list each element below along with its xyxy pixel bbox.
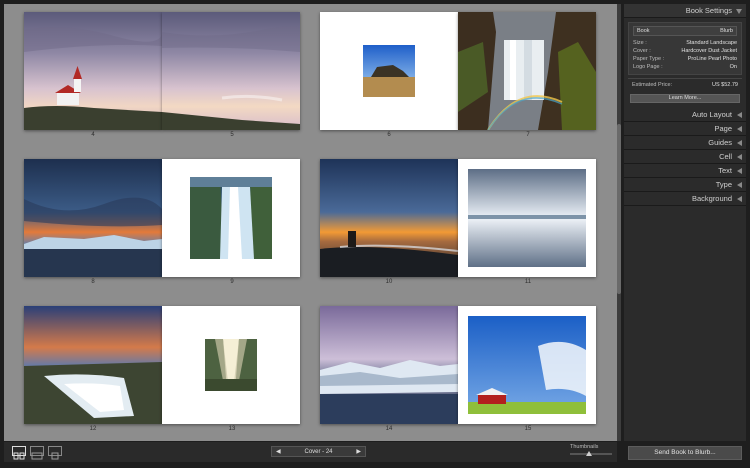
bottom-toolbar: ◀ Cover - 24 ▶ Thumbnails [4,442,617,462]
vertical-scrollbar[interactable] [617,4,621,441]
expand-triangle-icon [737,126,742,132]
page-number: 10 [385,279,393,285]
setting-row-paper[interactable]: Paper Type : ProLine Pearl Photo [633,55,737,63]
book-pages-canvas: 4 5 6 7 8 9 10 11 12 13 14 15 [4,4,617,441]
section-background[interactable]: Background [624,192,746,206]
page-number: 8 [91,279,95,285]
scrollbar-thumb[interactable] [617,124,621,294]
page-6[interactable] [320,12,458,130]
page-number: 14 [385,426,393,432]
page-number: 15 [524,426,532,432]
spread-view-button[interactable] [30,446,44,460]
page-4[interactable] [24,12,162,130]
page-9[interactable] [162,159,300,277]
right-panel: Book Settings Book Blurb Size : Standard … [624,4,746,441]
next-page-icon[interactable]: ▶ [356,448,361,455]
section-auto-layout[interactable]: Auto Layout [624,108,746,122]
cloud-reflection-photo [468,169,586,267]
setting-value: Standard Landscape [686,40,737,46]
church-photo-left [24,12,162,130]
spread-view-icon [31,452,43,460]
multi-page-view-icon [13,452,25,460]
section-label: Guides [708,138,732,147]
page-label: Cover - 24 [304,448,333,455]
page-11[interactable] [458,159,596,277]
page-number: 9 [230,279,234,285]
slider-knob-icon[interactable] [586,451,593,456]
page-13[interactable] [162,306,300,424]
thumbnails-label: Thumbnails [570,444,599,450]
waterfall-photo [458,12,596,130]
page-number: 4 [91,132,95,138]
send-book-to-blurb-button[interactable]: Send Book to Blurb... [628,446,742,460]
book-vendor-select[interactable]: Book Blurb [633,26,737,36]
setting-label: Paper Type : [633,56,665,62]
book-label: Book [637,28,650,34]
expand-triangle-icon [737,112,742,118]
previous-page-icon[interactable]: ◀ [276,448,281,455]
mountain-photo [363,45,415,97]
setting-row-logo[interactable]: Logo Page : On [633,63,737,71]
section-cell[interactable]: Cell [624,150,746,164]
iceberg-sunset-photo [24,159,162,277]
setting-value: ProLine Pearl Photo [687,56,737,62]
setting-value: On [729,64,737,70]
page-5[interactable] [162,12,300,130]
setting-label: Logo Page : [633,64,663,70]
expand-triangle-icon [737,168,742,174]
learn-more-button[interactable]: Learn More... [630,94,740,103]
single-page-view-button[interactable] [48,446,62,460]
book-value: Blurb [720,28,733,34]
multi-page-view-button[interactable] [12,446,26,460]
page-number: 5 [230,132,234,138]
book-settings-title: Book Settings [685,6,732,15]
page-number: 12 [89,426,97,432]
section-label: Page [714,124,732,133]
page-navigator: ◀ Cover - 24 ▶ [271,446,366,457]
page-14[interactable] [320,306,458,424]
single-page-view-icon [51,452,59,460]
page-10[interactable] [320,159,458,277]
section-guides[interactable]: Guides [624,136,746,150]
page-8[interactable] [24,159,162,277]
section-page[interactable]: Page [624,122,746,136]
gullfoss-photo [24,306,162,424]
section-label: Auto Layout [691,110,732,119]
thumbnail-size-slider[interactable] [570,451,612,456]
price-value: US $52.79 [712,82,738,88]
light-rays-photo [205,339,257,391]
page-15[interactable] [458,306,596,424]
page-number: 7 [526,132,530,138]
section-label: Cell [719,152,732,161]
setting-row-size[interactable]: Size : Standard Landscape [633,39,737,47]
section-type[interactable]: Type [624,178,746,192]
setting-label: Size : [633,40,647,46]
book-settings-box: Book Blurb Size : Standard Landscape Cove… [628,22,742,75]
black-beach-photo [320,159,458,277]
page-number: 6 [387,132,391,138]
page-7[interactable] [458,12,596,130]
setting-value: Hardcover Dust Jacket [681,48,737,54]
glacier-lagoon-photo [320,306,458,424]
section-label: Background [691,194,732,203]
setting-row-cover[interactable]: Cover : Hardcover Dust Jacket [633,47,737,55]
price-box: Estimated Price: US $52.79 [628,78,742,91]
book-settings-header[interactable]: Book Settings [624,4,746,18]
page-12[interactable] [24,306,162,424]
expand-triangle-icon [737,196,742,202]
blue-waterfall-photo [190,177,272,259]
section-label: Type [715,180,732,189]
expand-triangle-icon [737,140,742,146]
collapse-triangle-icon [736,9,742,14]
page-number: 11 [524,279,532,285]
setting-label: Cover : [633,48,651,54]
church-photo-right [162,12,300,130]
red-barn-photo [468,316,586,414]
expand-triangle-icon [737,182,742,188]
page-number: 13 [228,426,236,432]
expand-triangle-icon [737,154,742,160]
section-label: Text [718,166,732,175]
section-text[interactable]: Text [624,164,746,178]
price-label: Estimated Price: [632,82,673,88]
